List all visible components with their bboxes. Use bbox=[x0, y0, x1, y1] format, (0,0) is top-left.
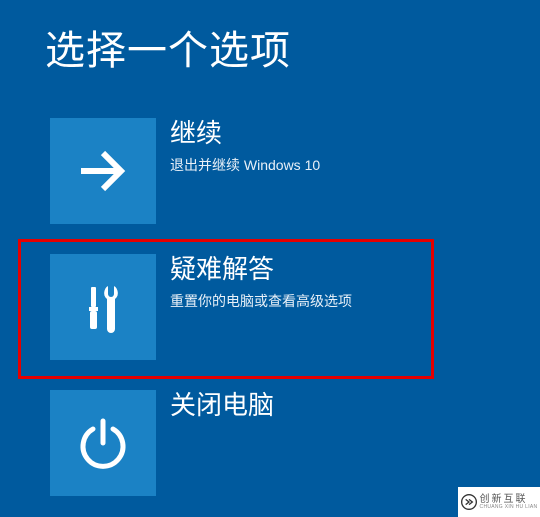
arrow-right-icon bbox=[73, 141, 133, 201]
troubleshoot-text: 疑难解答 重置你的电脑或查看高级选项 bbox=[156, 254, 352, 311]
watermark-cn: 创新互联 bbox=[480, 495, 538, 505]
watermark: 创新互联 CHUANG XIN HU LIAN bbox=[458, 487, 540, 517]
watermark-logo-icon bbox=[461, 494, 477, 510]
option-shutdown[interactable]: 关闭电脑 bbox=[50, 390, 540, 496]
troubleshoot-tile bbox=[50, 254, 156, 360]
continue-tile bbox=[50, 118, 156, 224]
tools-icon bbox=[75, 279, 131, 335]
continue-subtitle: 退出并继续 Windows 10 bbox=[170, 155, 320, 175]
troubleshoot-subtitle: 重置你的电脑或查看高级选项 bbox=[170, 291, 352, 311]
continue-text: 继续 退出并继续 Windows 10 bbox=[156, 118, 320, 175]
shutdown-text: 关闭电脑 bbox=[156, 390, 274, 421]
options-list: 继续 退出并继续 Windows 10 bbox=[0, 76, 540, 496]
shutdown-title: 关闭电脑 bbox=[170, 390, 274, 421]
shutdown-tile bbox=[50, 390, 156, 496]
option-troubleshoot[interactable]: 疑难解答 重置你的电脑或查看高级选项 bbox=[50, 254, 540, 360]
watermark-en: CHUANG XIN HU LIAN bbox=[480, 505, 538, 510]
option-continue[interactable]: 继续 退出并继续 Windows 10 bbox=[50, 118, 540, 224]
troubleshoot-title: 疑难解答 bbox=[170, 254, 352, 285]
continue-title: 继续 bbox=[170, 118, 320, 149]
power-icon bbox=[75, 415, 131, 471]
page-title: 选择一个选项 bbox=[0, 0, 540, 76]
